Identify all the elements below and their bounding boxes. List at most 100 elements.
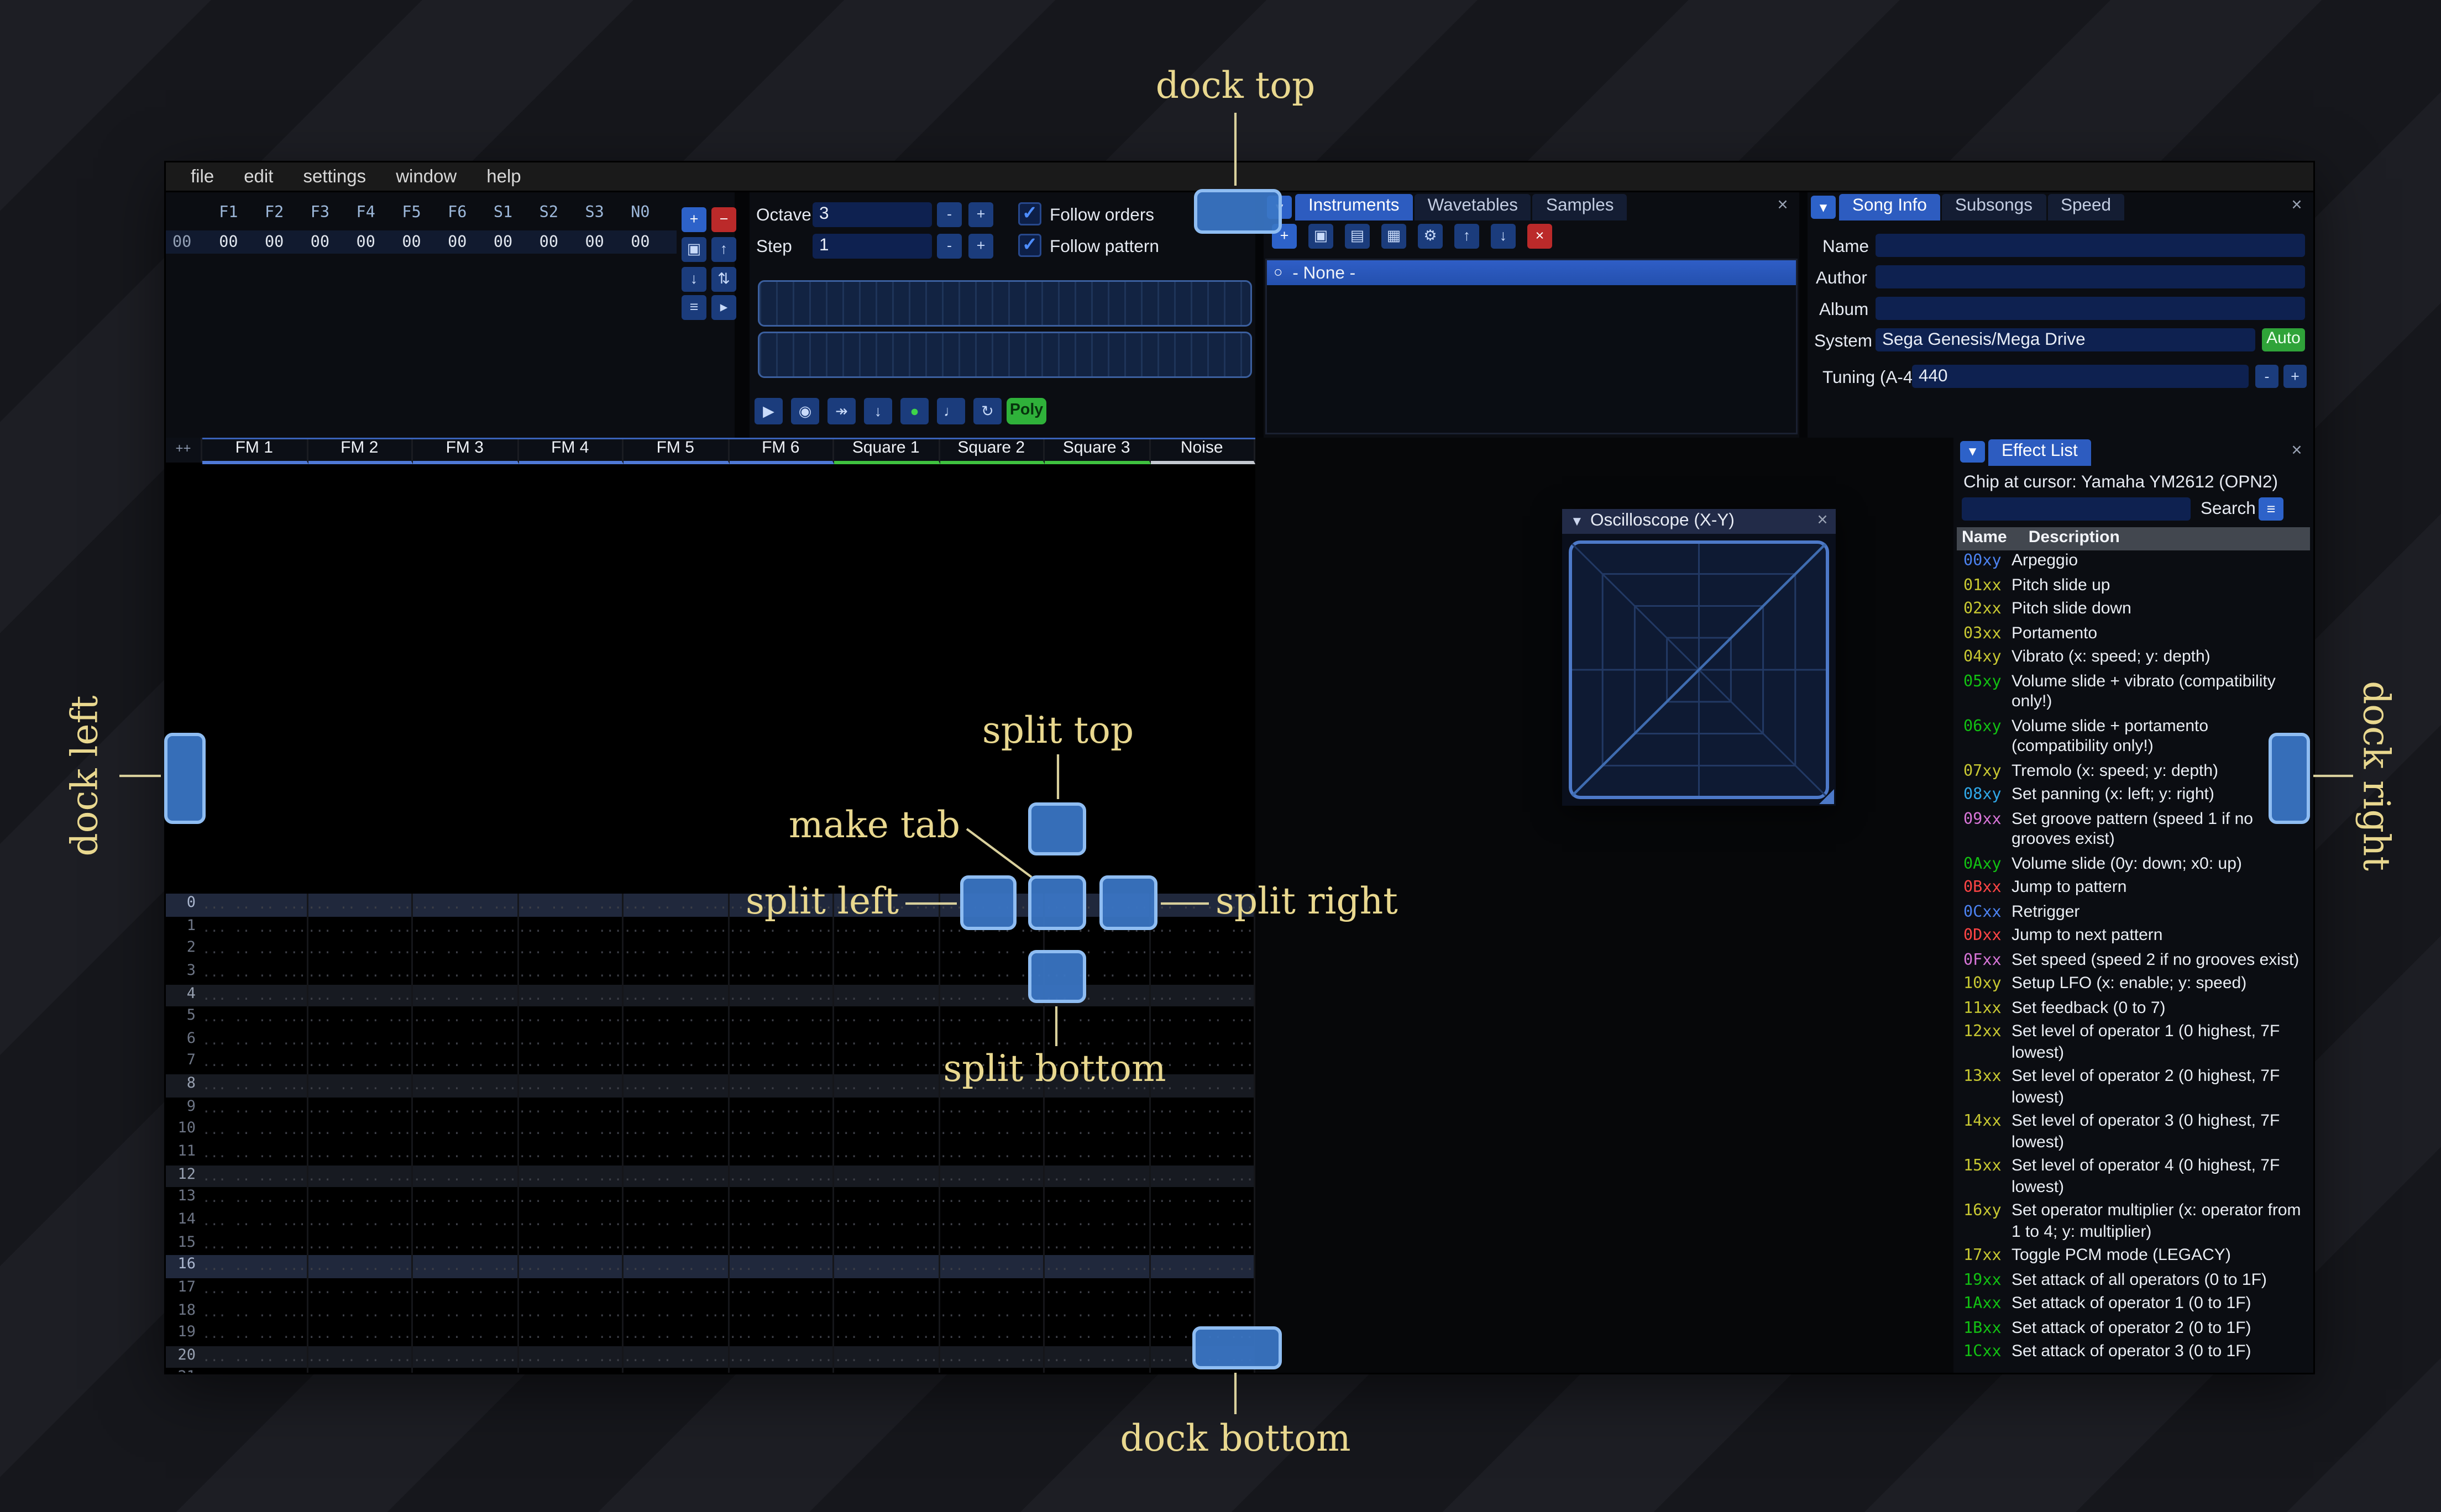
pattern-cell[interactable]: ... .. .. ...: [1150, 1029, 1255, 1052]
octave-increase-button[interactable]: +: [968, 202, 993, 227]
pattern-cell[interactable]: ... .. .. ...: [624, 1142, 729, 1166]
author-input[interactable]: [1876, 265, 2305, 288]
pattern-cell[interactable]: ... .. .. ...: [202, 1142, 308, 1166]
pattern-cell[interactable]: ... .. .. ...: [518, 1029, 624, 1052]
pattern-cell[interactable]: ... .. .. ...: [413, 1187, 518, 1210]
pattern-cell[interactable]: ... .. .. ...: [413, 1052, 518, 1075]
pattern-cell[interactable]: ... .. .. ...: [1045, 1210, 1150, 1233]
pattern-cell[interactable]: ... .. .. ...: [624, 938, 729, 962]
pattern-cell[interactable]: ... .. .. ...: [308, 1187, 413, 1210]
pattern-cell[interactable]: ... .. .. ...: [834, 1097, 940, 1120]
pattern-cell[interactable]: ... .. .. ...: [308, 938, 413, 962]
oscilloscope-titlebar[interactable]: ▼ Oscilloscope (X-Y) ×: [1562, 509, 1836, 534]
effect-row[interactable]: 03xx Portamento: [1957, 623, 2310, 647]
pattern-cell[interactable]: ... .. .. ...: [624, 961, 729, 984]
pattern-cell[interactable]: ... .. .. ...: [834, 1187, 940, 1210]
pattern-cell[interactable]: ... .. .. ...: [1150, 938, 1255, 962]
resize-grip[interactable]: [1819, 789, 1834, 804]
pattern-cell[interactable]: ... .. .. ...: [1045, 1187, 1150, 1210]
instruments-open-button[interactable]: ▤: [1345, 224, 1370, 249]
orders-move-down-button[interactable]: ↓: [682, 267, 706, 292]
pattern-cell[interactable]: ... .. .. ...: [1150, 984, 1255, 1007]
pattern-cell[interactable]: ... .. .. ...: [413, 984, 518, 1007]
transport-play-button[interactable]: ▶: [755, 398, 783, 424]
pattern-cell[interactable]: ... .. .. ...: [729, 1210, 834, 1233]
tuning-decrease-button[interactable]: -: [2255, 365, 2278, 388]
pattern-cell[interactable]: ... .. .. ...: [940, 1232, 1045, 1256]
pattern-cell[interactable]: ... .. .. ...: [518, 984, 624, 1007]
tab-speed[interactable]: Speed: [2047, 194, 2125, 221]
effect-row[interactable]: 11xx Set feedback (0 to 7): [1957, 998, 2310, 1022]
pattern-cell[interactable]: ... .. .. ...: [729, 1097, 834, 1120]
menu-item-settings[interactable]: settings: [288, 162, 381, 192]
pattern-cell[interactable]: ... .. .. ...: [729, 961, 834, 984]
pattern-cell[interactable]: ... .. .. ...: [1150, 1120, 1255, 1143]
pattern-cell[interactable]: ... .. .. ...: [729, 1165, 834, 1188]
pattern-cell[interactable]: ... .. .. ...: [308, 1029, 413, 1052]
pattern-cell[interactable]: ... .. .. ...: [518, 1074, 624, 1098]
pattern-cell[interactable]: ... .. .. ...: [729, 1029, 834, 1052]
pattern-cell[interactable]: ... .. .. ...: [202, 1323, 308, 1346]
pattern-cell[interactable]: ... .. .. ...: [308, 1120, 413, 1143]
instruments-save-button[interactable]: ▦: [1381, 224, 1406, 249]
pattern-cell[interactable]: ... .. .. ...: [413, 916, 518, 939]
pattern-cell[interactable]: ... .. .. ...: [940, 1029, 1045, 1052]
pattern-cell[interactable]: ... .. .. ...: [1150, 1142, 1255, 1166]
pattern-cell[interactable]: ... .. .. ...: [624, 916, 729, 939]
pattern-cell[interactable]: ... .. .. ...: [202, 1255, 308, 1278]
pattern-cell[interactable]: ... .. .. ...: [834, 1346, 940, 1369]
pattern-cell[interactable]: ... .. .. ...: [518, 1300, 624, 1324]
dock-target-make-tab[interactable]: [1028, 875, 1086, 930]
dock-target-split-top[interactable]: [1028, 802, 1086, 855]
step-decrease-button[interactable]: -: [937, 234, 962, 259]
effect-row[interactable]: 0Axy Volume slide (0y: down; x0: up): [1957, 853, 2310, 878]
order-cell[interactable]: 00: [480, 232, 526, 254]
pattern-cell[interactable]: ... .. .. ...: [308, 916, 413, 939]
pattern-cell[interactable]: ... .. .. ...: [940, 1368, 1045, 1373]
pattern-cell[interactable]: ... .. .. ...: [518, 1006, 624, 1030]
menu-item-window[interactable]: window: [381, 162, 472, 192]
pattern-cell[interactable]: ... .. .. ...: [308, 1074, 413, 1098]
menu-item-file[interactable]: file: [176, 162, 229, 192]
pattern-cell[interactable]: ... .. .. ...: [308, 1255, 413, 1278]
pattern-cell[interactable]: ... .. .. ...: [940, 1255, 1045, 1278]
order-cell[interactable]: 00: [252, 232, 297, 254]
song-info-close-icon[interactable]: ×: [2285, 196, 2308, 219]
pattern-cell[interactable]: ... .. .. ...: [202, 1300, 308, 1324]
oscilloscope-close-icon[interactable]: ×: [1811, 511, 1834, 534]
pattern-cell[interactable]: ... .. .. ...: [1150, 1006, 1255, 1030]
pattern-cell[interactable]: ... .. .. ...: [413, 1165, 518, 1188]
pattern-cell[interactable]: ... .. .. ...: [624, 894, 729, 916]
pattern-cell[interactable]: ... .. .. ...: [413, 1029, 518, 1052]
follow-orders-checkbox[interactable]: ✓: [1018, 202, 1041, 225]
instruments-duplicate-button[interactable]: ▣: [1308, 224, 1333, 249]
tuning-input[interactable]: 440: [1912, 365, 2249, 388]
pattern-cell[interactable]: ... .. .. ...: [1045, 1278, 1150, 1301]
pattern-cell[interactable]: ... .. .. ...: [308, 984, 413, 1007]
pattern-cell[interactable]: ... .. .. ...: [834, 961, 940, 984]
pattern-cell[interactable]: ... .. .. ...: [1045, 1368, 1150, 1373]
pattern-cell[interactable]: ... .. .. ...: [308, 1323, 413, 1346]
pattern-cell[interactable]: ... .. .. ...: [624, 984, 729, 1007]
transport-stop-button[interactable]: ↓: [864, 398, 892, 424]
pattern-cell[interactable]: ... .. .. ...: [518, 1142, 624, 1166]
pattern-cell[interactable]: ... .. .. ...: [202, 1120, 308, 1143]
pattern-cell[interactable]: ... .. .. ...: [729, 1255, 834, 1278]
tuning-increase-button[interactable]: +: [2283, 365, 2307, 388]
pattern-cell[interactable]: ... .. .. ...: [202, 961, 308, 984]
pattern-cell[interactable]: ... .. .. ...: [1150, 1165, 1255, 1188]
channel-header-noise[interactable]: Noise: [1150, 439, 1255, 464]
pattern-cell[interactable]: ... .. .. ...: [834, 984, 940, 1007]
effect-row[interactable]: 15xx Set level of operator 4 (0 highest, …: [1957, 1156, 2310, 1200]
effect-row[interactable]: 04xy Vibrato (x: speed; y: depth): [1957, 647, 2310, 671]
pattern-cell[interactable]: ... .. .. ...: [1045, 1097, 1150, 1120]
instruments-sort-button[interactable]: ⚙: [1418, 224, 1443, 249]
pattern-cell[interactable]: ... .. .. ...: [413, 961, 518, 984]
pattern-cell[interactable]: ... .. .. ...: [1150, 1300, 1255, 1324]
pattern-cell[interactable]: ... .. .. ...: [202, 1097, 308, 1120]
pattern-cell[interactable]: ... .. .. ...: [1045, 1029, 1150, 1052]
pattern-cell[interactable]: ... .. .. ...: [834, 1278, 940, 1301]
channel-header-square-3[interactable]: Square 3: [1045, 439, 1150, 464]
pattern-cell[interactable]: ... .. .. ...: [624, 1074, 729, 1098]
pattern-cell[interactable]: ... .. .. ...: [624, 1097, 729, 1120]
